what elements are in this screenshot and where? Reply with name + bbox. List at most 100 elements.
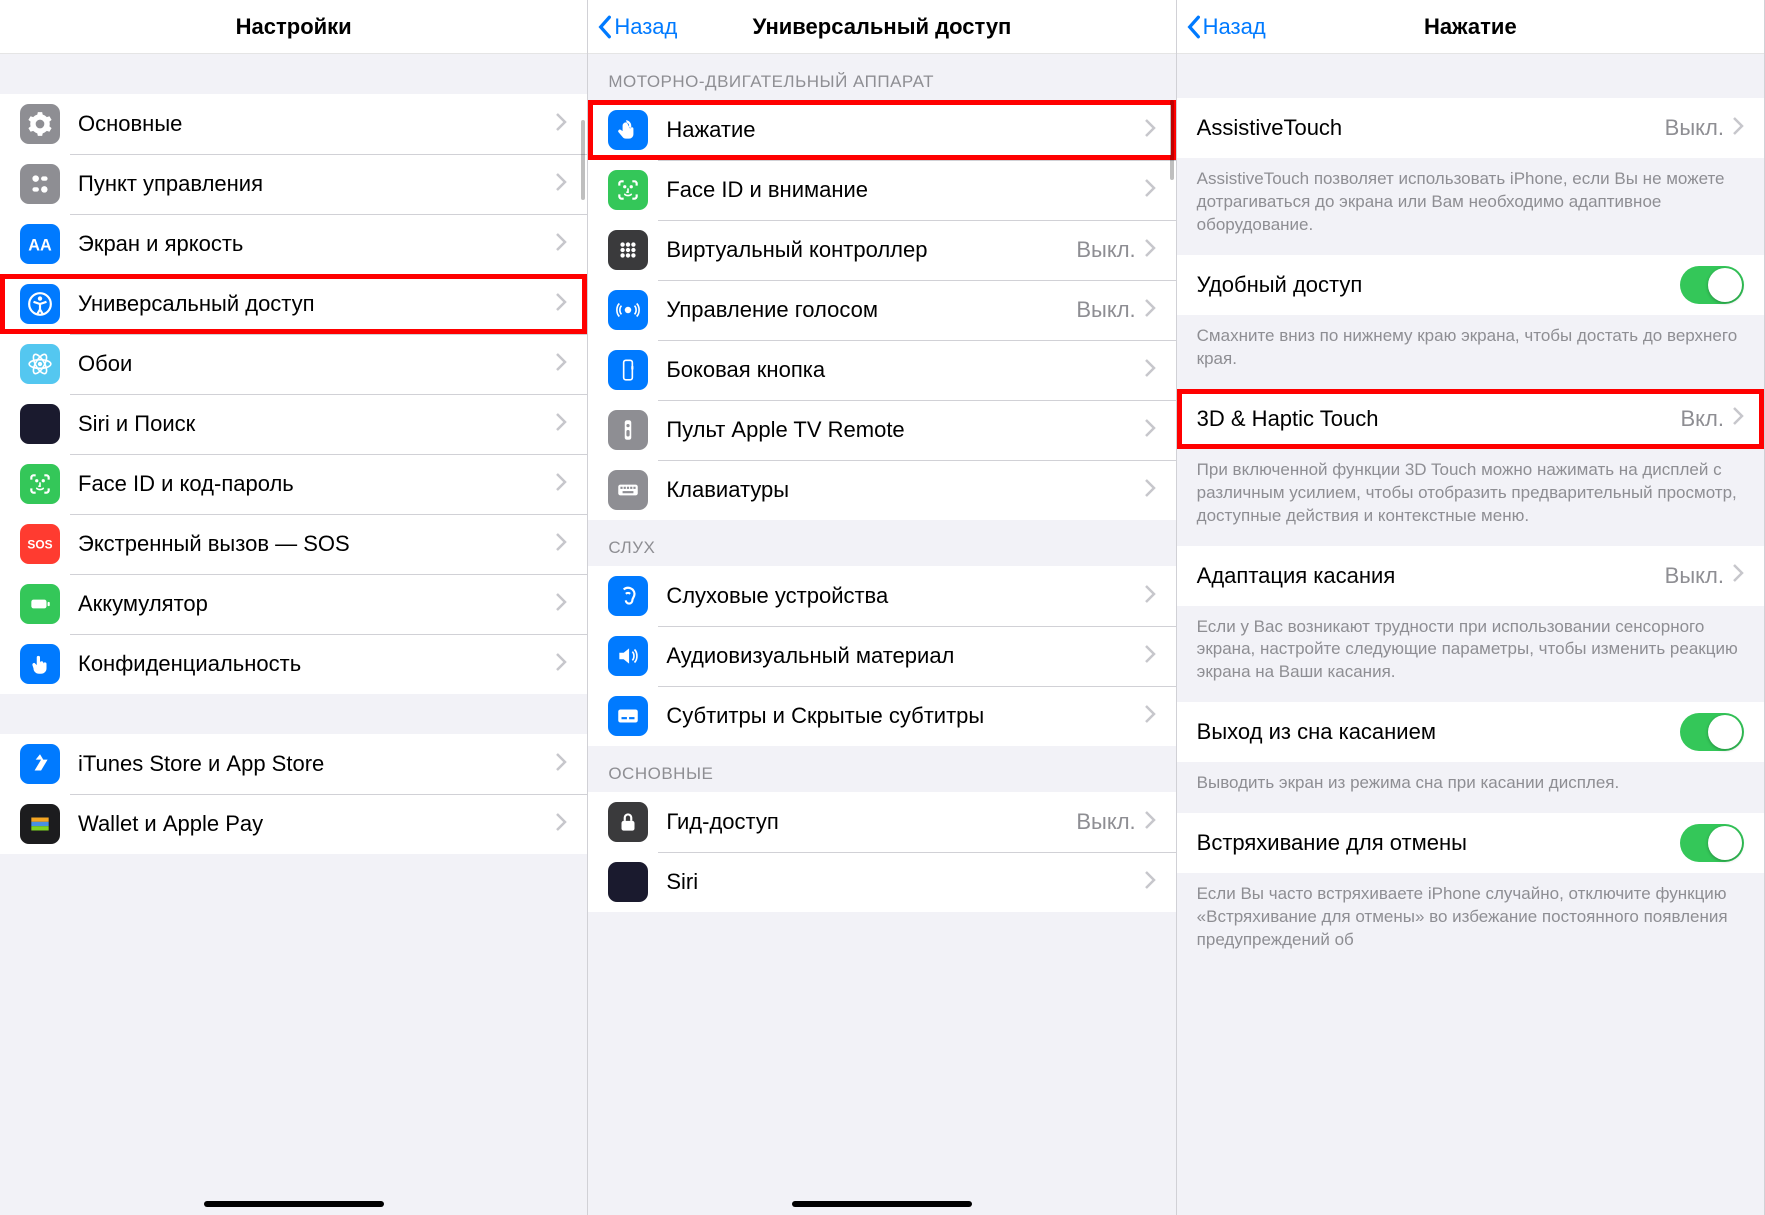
display-icon [20, 224, 60, 264]
subtitles-icon [608, 696, 648, 736]
accessibility-icon [20, 284, 60, 324]
privacy-icon [20, 644, 60, 684]
settings-row[interactable]: Субтитры и Скрытые субтитры [588, 686, 1175, 746]
chevron-right-icon [1144, 118, 1156, 143]
settings-row[interactable]: Face ID и код-пароль [0, 454, 587, 514]
row-detail: Выкл. [1076, 809, 1135, 835]
row-label: Универсальный доступ [78, 291, 555, 317]
settings-row[interactable]: Wallet и Apple Pay [0, 794, 587, 854]
row-label: AssistiveTouch [1197, 115, 1665, 141]
chevron-right-icon [1144, 870, 1156, 895]
siri2-icon [608, 862, 648, 902]
chevron-right-icon [1144, 478, 1156, 503]
toggle-switch[interactable] [1680, 824, 1744, 862]
chevron-right-icon [1144, 810, 1156, 835]
settings-row[interactable]: Универсальный доступ [0, 274, 587, 334]
nav-bar: Назад Универсальный доступ [588, 0, 1175, 54]
row-label: Экстренный вызов — SOS [78, 531, 555, 557]
settings-row[interactable]: Конфиденциальность [0, 634, 587, 694]
row-label: Обои [78, 351, 555, 377]
section-footer: Если у Вас возникают трудности при испол… [1177, 606, 1764, 703]
touch-panel: Назад Нажатие AssistiveTouchВыкл.Assisti… [1177, 0, 1765, 1215]
settings-row[interactable]: Выход из сна касанием [1177, 702, 1764, 762]
siri-icon [20, 404, 60, 444]
chevron-left-icon [1185, 14, 1203, 40]
row-label: Управление голосом [666, 297, 1076, 323]
settings-row[interactable]: Пункт управления [0, 154, 587, 214]
row-label: Клавиатуры [666, 477, 1143, 503]
row-label: Субтитры и Скрытые субтитры [666, 703, 1143, 729]
touch-icon [608, 110, 648, 150]
settings-row[interactable]: Основные [0, 94, 587, 154]
row-label: Wallet и Apple Pay [78, 811, 555, 837]
settings-row[interactable]: Клавиатуры [588, 460, 1175, 520]
row-label: iTunes Store и App Store [78, 751, 555, 777]
home-indicator[interactable] [792, 1201, 972, 1207]
settings-row[interactable]: Пульт Apple TV Remote [588, 400, 1175, 460]
chevron-right-icon [1732, 116, 1744, 141]
chevron-right-icon [555, 532, 567, 557]
settings-row[interactable]: Слуховые устройства [588, 566, 1175, 626]
appstore-icon [20, 744, 60, 784]
row-label: Выход из сна касанием [1197, 719, 1680, 745]
scroll-indicator[interactable] [1170, 100, 1174, 180]
settings-row[interactable]: Siri [588, 852, 1175, 912]
row-label: Аккумулятор [78, 591, 555, 617]
chevron-right-icon [555, 352, 567, 377]
settings-row[interactable]: Управление голосомВыкл. [588, 280, 1175, 340]
settings-row[interactable]: iTunes Store и App Store [0, 734, 587, 794]
chevron-right-icon [1144, 358, 1156, 383]
settings-row[interactable]: Виртуальный контроллерВыкл. [588, 220, 1175, 280]
home-indicator[interactable] [204, 1201, 384, 1207]
chevron-left-icon [596, 14, 614, 40]
row-label: Встряхивание для отмены [1197, 830, 1680, 856]
section-footer: Смахните вниз по нижнему краю экрана, чт… [1177, 315, 1764, 389]
audio-icon [608, 636, 648, 676]
settings-row[interactable]: Обои [0, 334, 587, 394]
chevron-right-icon [1144, 238, 1156, 263]
scroll-indicator[interactable] [581, 120, 585, 200]
section-header: Основные [588, 746, 1175, 792]
settings-row[interactable]: Face ID и внимание [588, 160, 1175, 220]
nav-bar: Назад Нажатие [1177, 0, 1764, 54]
settings-row[interactable]: Боковая кнопка [588, 340, 1175, 400]
row-label: Нажатие [666, 117, 1143, 143]
keyboard-icon [608, 470, 648, 510]
chevron-right-icon [1144, 644, 1156, 669]
settings-row[interactable]: Адаптация касанияВыкл. [1177, 546, 1764, 606]
settings-row[interactable]: 3D & Haptic TouchВкл. [1177, 389, 1764, 449]
settings-row[interactable]: Экран и яркость [0, 214, 587, 274]
sos-icon [20, 524, 60, 564]
settings-row[interactable]: Гид-доступВыкл. [588, 792, 1175, 852]
settings-row[interactable]: Встряхивание для отмены [1177, 813, 1764, 873]
row-label: Пульт Apple TV Remote [666, 417, 1143, 443]
settings-row[interactable]: Удобный доступ [1177, 255, 1764, 315]
chevron-right-icon [555, 292, 567, 317]
row-label: Face ID и код-пароль [78, 471, 555, 497]
back-button[interactable]: Назад [1185, 14, 1266, 40]
sidebutton-icon [608, 350, 648, 390]
back-button[interactable]: Назад [596, 14, 677, 40]
settings-row[interactable]: Аккумулятор [0, 574, 587, 634]
nav-title: Нажатие [1424, 14, 1517, 40]
settings-row[interactable]: Аудиовизуальный материал [588, 626, 1175, 686]
toggle-switch[interactable] [1680, 266, 1744, 304]
toggle-switch[interactable] [1680, 713, 1744, 751]
section-header: Моторно-двигательный аппарат [588, 54, 1175, 100]
row-label: Конфиденциальность [78, 651, 555, 677]
chevron-right-icon [1144, 584, 1156, 609]
nav-bar: Настройки [0, 0, 587, 54]
row-label: Гид-доступ [666, 809, 1076, 835]
section-footer: AssistiveTouch позволяет использовать iP… [1177, 158, 1764, 255]
chevron-right-icon [555, 812, 567, 837]
settings-row[interactable]: Siri и Поиск [0, 394, 587, 454]
settings-row[interactable]: AssistiveTouchВыкл. [1177, 98, 1764, 158]
settings-row[interactable]: Нажатие [588, 100, 1175, 160]
row-detail: Вкл. [1680, 406, 1724, 432]
faceid2-icon [608, 170, 648, 210]
row-label: 3D & Haptic Touch [1197, 406, 1681, 432]
chevron-right-icon [1732, 563, 1744, 588]
chevron-right-icon [555, 232, 567, 257]
settings-row[interactable]: Экстренный вызов — SOS [0, 514, 587, 574]
row-label: Основные [78, 111, 555, 137]
